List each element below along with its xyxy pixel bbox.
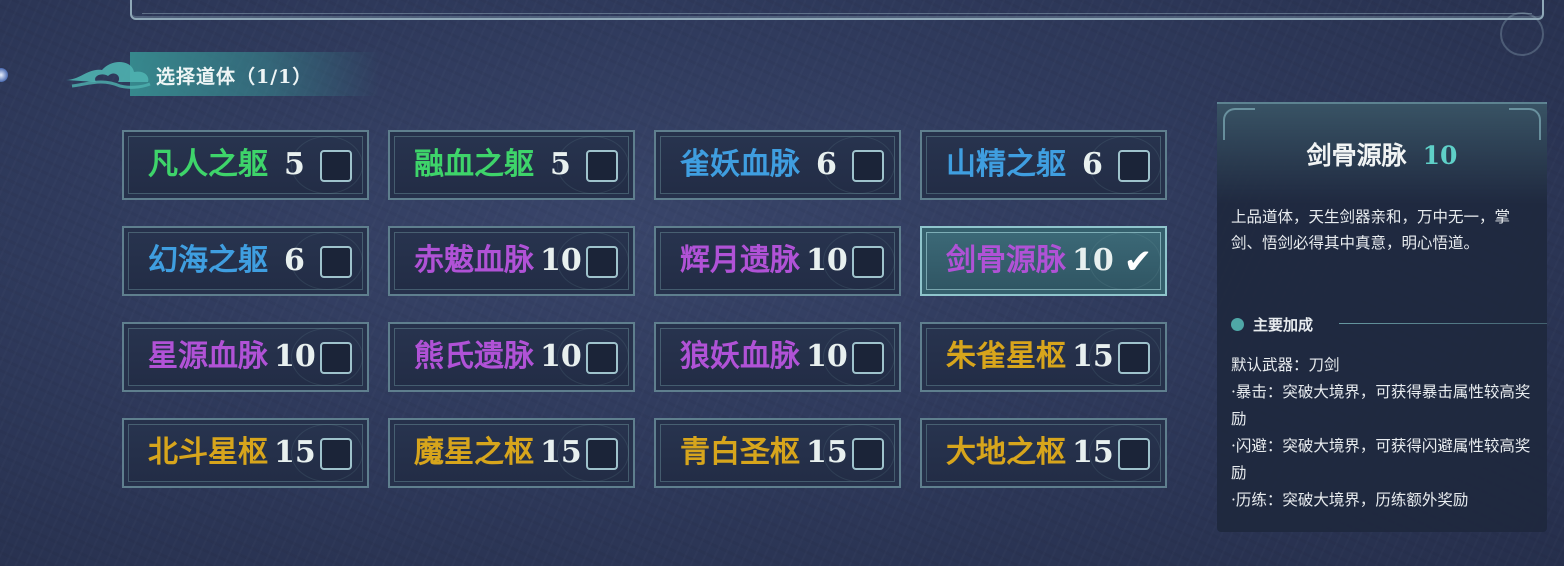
option-name: 星源血脉 — [148, 339, 268, 374]
option-name: 雀妖血脉 — [680, 147, 800, 182]
bonus-line: ·暴击：突破大境界，可获得暴击属性较高奖励 — [1231, 383, 1531, 428]
option-card[interactable]: 凡人之躯 5 — [122, 130, 369, 200]
orb-icon — [0, 68, 8, 82]
option-card[interactable]: 北斗星枢 15 — [122, 418, 369, 488]
detail-panel: 剑骨源脉 10 上品道体，天生剑器亲和，万中无一，掌剑、悟剑必得其中真意，明心悟道… — [1217, 102, 1547, 532]
option-card[interactable]: 大地之枢 15 — [920, 418, 1167, 488]
option-checkbox[interactable] — [1118, 150, 1150, 182]
option-card[interactable]: 辉月遗脉 10 — [654, 226, 901, 296]
option-checkbox[interactable] — [320, 342, 352, 374]
option-number: 10 — [1072, 243, 1114, 278]
detail-description: 上品道体，天生剑器亲和，万中无一，掌剑、悟剑必得其中真意，明心悟道。 — [1231, 208, 1511, 252]
option-checkbox[interactable] — [320, 246, 352, 278]
option-name: 大地之枢 — [946, 435, 1066, 470]
option-card[interactable]: 青白圣枢 15 — [654, 418, 901, 488]
corner-swirl-ornament — [1500, 12, 1544, 56]
option-number: 5 — [550, 147, 571, 182]
option-card[interactable]: 幻海之躯 6 — [122, 226, 369, 296]
option-checkbox[interactable]: ✔ — [1118, 244, 1153, 280]
option-checkbox[interactable] — [586, 342, 618, 374]
option-checkbox[interactable] — [852, 438, 884, 470]
checkmark-icon: ✔ — [1123, 242, 1153, 282]
option-checkbox[interactable] — [852, 246, 884, 278]
option-card[interactable]: 赤魃血脉 10 — [388, 226, 635, 296]
option-card[interactable]: 星源血脉 10 — [122, 322, 369, 392]
option-number: 6 — [1082, 147, 1103, 182]
option-checkbox[interactable] — [1118, 342, 1150, 374]
option-checkbox[interactable] — [586, 246, 618, 278]
option-checkbox[interactable] — [320, 438, 352, 470]
option-name: 山精之躯 — [946, 147, 1066, 182]
option-name: 赤魃血脉 — [414, 243, 534, 278]
option-card[interactable]: 魔星之枢 15 — [388, 418, 635, 488]
bonus-line: ·闪避：突破大境界，可获得闪避属性较高奖励 — [1231, 437, 1531, 482]
section-header: 选择道体（1/1） — [62, 50, 382, 98]
option-name: 朱雀星枢 — [946, 339, 1066, 374]
heading-divider — [1339, 323, 1547, 324]
option-number: 10 — [274, 339, 316, 374]
option-name: 熊氏遗脉 — [414, 339, 534, 374]
header-title: 选择道体（1/1） — [156, 66, 313, 88]
option-name: 剑骨源脉 — [946, 243, 1066, 278]
option-number: 10 — [540, 243, 582, 278]
option-number: 6 — [284, 243, 305, 278]
detail-title-num: 10 — [1422, 141, 1458, 170]
bonus-line: 默认武器：刀剑 — [1231, 356, 1340, 374]
option-name: 融血之躯 — [414, 147, 534, 182]
option-card[interactable]: 朱雀星枢 15 — [920, 322, 1167, 392]
option-number: 6 — [816, 147, 837, 182]
option-checkbox[interactable] — [852, 150, 884, 182]
cloud-icon — [66, 61, 151, 89]
option-name: 北斗星枢 — [148, 435, 268, 470]
option-checkbox[interactable] — [1118, 438, 1150, 470]
option-number: 5 — [284, 147, 305, 182]
option-card[interactable]: 山精之躯 6 — [920, 130, 1167, 200]
option-checkbox[interactable] — [320, 150, 352, 182]
bullet-dot-icon — [1231, 318, 1244, 331]
option-checkbox[interactable] — [586, 150, 618, 182]
option-checkbox[interactable] — [586, 438, 618, 470]
option-number: 10 — [806, 339, 848, 374]
option-card[interactable]: 狼妖血脉 10 — [654, 322, 901, 392]
detail-title-name: 剑骨源脉 — [1306, 141, 1407, 170]
option-name: 狼妖血脉 — [680, 339, 800, 374]
option-card[interactable]: 融血之躯 5 — [388, 130, 635, 200]
option-number: 15 — [540, 435, 582, 470]
option-grid: 凡人之躯 5 融血之躯 5 雀妖血脉 6 山精之躯 6 幻海之躯 6 赤魃血脉 10 辉月遗脉 10 剑骨源… — [122, 130, 1167, 488]
option-name: 凡人之躯 — [148, 147, 268, 182]
bonus-list: 默认武器：刀剑 ·暴击：突破大境界，可获得暴击属性较高奖励 ·闪避：突破大境界，… — [1231, 352, 1531, 514]
option-name: 幻海之躯 — [148, 243, 268, 278]
option-number: 15 — [806, 435, 848, 470]
option-card[interactable]: 雀妖血脉 6 — [654, 130, 901, 200]
option-number: 15 — [274, 435, 316, 470]
option-name: 魔星之枢 — [414, 435, 534, 470]
top-frame-border — [130, 0, 1544, 20]
bonus-heading: 主要加成 — [1253, 316, 1314, 334]
option-name: 辉月遗脉 — [680, 243, 800, 278]
option-name: 青白圣枢 — [680, 435, 800, 470]
bonus-heading-row: 主要加成 — [1231, 313, 1561, 335]
option-number: 10 — [540, 339, 582, 374]
option-number: 15 — [1072, 435, 1114, 470]
option-number: 15 — [1072, 339, 1114, 374]
option-number: 10 — [806, 243, 848, 278]
bonus-line: ·历练：突破大境界，历练额外奖励 — [1231, 491, 1469, 509]
option-checkbox[interactable] — [852, 342, 884, 374]
detail-title: 剑骨源脉 10 — [1217, 136, 1547, 172]
option-card[interactable]: 熊氏遗脉 10 — [388, 322, 635, 392]
option-card[interactable]: 剑骨源脉 10 ✔ — [920, 226, 1167, 296]
